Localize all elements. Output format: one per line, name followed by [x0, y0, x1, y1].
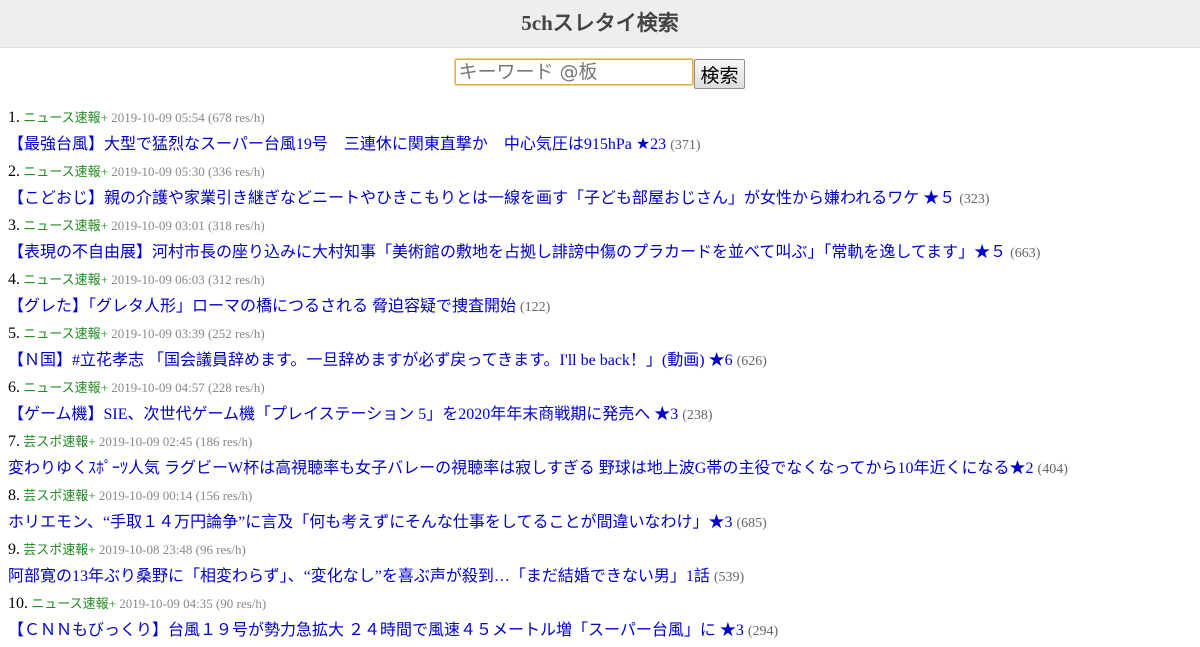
post-rate: (186 res/h): [195, 434, 253, 449]
result-number: 10.: [8, 595, 28, 612]
post-rate: (678 res/h): [207, 110, 265, 125]
thread-title-link[interactable]: 【表現の不自由展】河村市長の座り込みに大村知事「美術館の敷地を占拠し誹謗中傷のプ…: [8, 244, 1006, 261]
post-date: 2019-10-08 23:48: [98, 542, 193, 557]
response-count: (371): [670, 138, 701, 153]
result-meta: 7. 芸スポ速報+ 2019-10-09 02:45 (186 res/h): [8, 431, 1192, 458]
page-title: 5chスレタイ検索: [521, 11, 679, 35]
result-meta: 1. ニュース速報+ 2019-10-09 05:54 (678 res/h): [8, 107, 1192, 134]
board-link[interactable]: ニュース速報+: [23, 326, 108, 341]
board-link[interactable]: ニュース速報+: [23, 218, 108, 233]
response-count: (685): [736, 516, 767, 531]
result-item: 7. 芸スポ速報+ 2019-10-09 02:45 (186 res/h) 変わ…: [8, 431, 1192, 485]
result-title-row: 【ゲーム機】SIE、次世代ゲーム機「プレイステーション 5」を2020年年末商戦…: [8, 404, 1192, 431]
post-rate: (228 res/h): [207, 380, 265, 395]
site-header: 5chスレタイ検索: [0, 0, 1200, 48]
result-number: 6.: [8, 379, 20, 396]
thread-title-link[interactable]: ホリエモン、“手取１４万円論争”に言及「何も考えずにそんな仕事をしてることが間違…: [8, 514, 732, 531]
post-rate: (318 res/h): [207, 218, 265, 233]
result-meta: 8. 芸スポ速報+ 2019-10-09 00:14 (156 res/h): [8, 485, 1192, 512]
thread-title-link[interactable]: 【こどおじ】親の介護や家業引き継ぎなどニートやひきこもりとは一線を画す「子ども部…: [8, 190, 955, 207]
thread-title-link[interactable]: 変わりゆくｽﾎﾟｰﾂ人気 ラグビーW杯は高視聴率も女子バレーの視聴率は寂しすぎる…: [8, 460, 1034, 477]
result-item: 5. ニュース速報+ 2019-10-09 03:39 (252 res/h) 【…: [8, 323, 1192, 377]
post-date: 2019-10-09 04:35: [119, 596, 213, 611]
result-meta: 9. 芸スポ速報+ 2019-10-08 23:48 (96 res/h): [8, 539, 1192, 566]
result-number: 9.: [8, 541, 20, 558]
result-item: 10. ニュース速報+ 2019-10-09 04:35 (90 res/h) 【…: [8, 593, 1192, 647]
thread-title-link[interactable]: 【グレた】「グレタ人形」ローマの橋につるされる 脅迫容疑で捜査開始: [8, 298, 516, 315]
result-number: 7.: [8, 433, 20, 450]
post-date: 2019-10-09 05:54: [111, 110, 205, 125]
post-date: 2019-10-09 04:57: [111, 380, 205, 395]
thread-title-link[interactable]: 【ゲーム機】SIE、次世代ゲーム機「プレイステーション 5」を2020年年末商戦…: [8, 406, 678, 423]
result-item: 8. 芸スポ速報+ 2019-10-09 00:14 (156 res/h) ホリ…: [8, 485, 1192, 539]
post-date: 2019-10-09 00:14: [98, 488, 193, 503]
result-item: 2. ニュース速報+ 2019-10-09 05:30 (336 res/h) 【…: [8, 161, 1192, 215]
search-button[interactable]: 検索: [694, 59, 745, 89]
result-title-row: 変わりゆくｽﾎﾟｰﾂ人気 ラグビーW杯は高視聴率も女子バレーの視聴率は寂しすぎる…: [8, 458, 1192, 485]
response-count: (323): [959, 192, 990, 207]
board-link[interactable]: ニュース速報+: [23, 164, 108, 179]
result-meta: 5. ニュース速報+ 2019-10-09 03:39 (252 res/h): [8, 323, 1192, 350]
board-link[interactable]: 芸スポ速報+: [23, 542, 95, 557]
result-meta: 4. ニュース速報+ 2019-10-09 06:03 (312 res/h): [8, 269, 1192, 296]
results-list: 1. ニュース速報+ 2019-10-09 05:54 (678 res/h) 【…: [8, 107, 1192, 647]
post-date: 2019-10-09 05:30: [111, 164, 205, 179]
result-number: 1.: [8, 109, 20, 126]
search-input[interactable]: [455, 59, 694, 85]
post-date: 2019-10-09 03:39: [111, 326, 205, 341]
post-rate: (312 res/h): [207, 272, 265, 287]
post-rate: (336 res/h): [207, 164, 265, 179]
result-item: 3. ニュース速報+ 2019-10-09 03:01 (318 res/h) 【…: [8, 215, 1192, 269]
result-title-row: 【Ｎ国】#立花孝志 「国会議員辞めます。一旦辞めますが必ず戻ってきます。I'll…: [8, 350, 1192, 377]
result-item: 6. ニュース速報+ 2019-10-09 04:57 (228 res/h) 【…: [8, 377, 1192, 431]
post-date: 2019-10-09 03:01: [111, 218, 205, 233]
result-item: 9. 芸スポ速報+ 2019-10-08 23:48 (96 res/h) 阿部寛…: [8, 539, 1192, 593]
response-count: (238): [682, 408, 713, 423]
result-item: 4. ニュース速報+ 2019-10-09 06:03 (312 res/h) 【…: [8, 269, 1192, 323]
response-count: (539): [713, 570, 745, 585]
thread-title-link[interactable]: 【Ｎ国】#立花孝志 「国会議員辞めます。一旦辞めますが必ず戻ってきます。I'll…: [8, 352, 733, 369]
post-date: 2019-10-09 06:03: [111, 272, 205, 287]
result-title-row: 【最強台風】大型で猛烈なスーパー台風19号 三連休に関東直撃か 中心気圧は915…: [8, 134, 1192, 161]
result-number: 5.: [8, 325, 20, 342]
response-count: (404): [1037, 462, 1068, 477]
thread-title-link[interactable]: 【最強台風】大型で猛烈なスーパー台風19号 三連休に関東直撃か 中心気圧は915…: [8, 136, 666, 153]
response-count: (294): [747, 624, 779, 639]
result-title-row: ホリエモン、“手取１４万円論争”に言及「何も考えずにそんな仕事をしてることが間違…: [8, 512, 1192, 539]
post-date: 2019-10-09 02:45: [98, 434, 193, 449]
board-link[interactable]: ニュース速報+: [23, 110, 108, 125]
board-link[interactable]: 芸スポ速報+: [23, 488, 95, 503]
board-link[interactable]: ニュース速報+: [31, 596, 116, 611]
result-number: 4.: [8, 271, 20, 288]
result-title-row: 【表現の不自由展】河村市長の座り込みに大村知事「美術館の敷地を占拠し誹謗中傷のプ…: [8, 242, 1192, 269]
result-number: 3.: [8, 217, 20, 234]
post-rate: (252 res/h): [207, 326, 265, 341]
result-number: 8.: [8, 487, 20, 504]
post-rate: (96 res/h): [195, 542, 246, 557]
response-count: (122): [520, 300, 551, 315]
result-meta: 10. ニュース速報+ 2019-10-09 04:35 (90 res/h): [8, 593, 1192, 620]
result-item: 1. ニュース速報+ 2019-10-09 05:54 (678 res/h) 【…: [8, 107, 1192, 161]
board-link[interactable]: 芸スポ速報+: [23, 434, 95, 449]
result-meta: 6. ニュース速報+ 2019-10-09 04:57 (228 res/h): [8, 377, 1192, 404]
response-count: (663): [1010, 246, 1041, 261]
post-rate: (156 res/h): [195, 488, 253, 503]
result-number: 2.: [8, 163, 20, 180]
board-link[interactable]: ニュース速報+: [23, 272, 108, 287]
response-count: (626): [736, 354, 767, 369]
search-form: 検索: [0, 59, 1200, 89]
result-meta: 2. ニュース速報+ 2019-10-09 05:30 (336 res/h): [8, 161, 1192, 188]
thread-title-link[interactable]: 【ＣＮＮもびっくり】台風１９号が勢力急拡大 ２４時間で風速４５メートル増「スーパ…: [8, 622, 744, 639]
result-title-row: 【こどおじ】親の介護や家業引き継ぎなどニートやひきこもりとは一線を画す「子ども部…: [8, 188, 1192, 215]
board-link[interactable]: ニュース速報+: [23, 380, 108, 395]
post-rate: (90 res/h): [215, 596, 267, 611]
result-meta: 3. ニュース速報+ 2019-10-09 03:01 (318 res/h): [8, 215, 1192, 242]
result-title-row: 【グレた】「グレタ人形」ローマの橋につるされる 脅迫容疑で捜査開始 (122): [8, 296, 1192, 323]
result-title-row: 阿部寛の13年ぶり桑野に「相変わらず」、“変化なし”を喜ぶ声が殺到…「まだ結婚で…: [8, 566, 1192, 593]
thread-title-link[interactable]: 阿部寛の13年ぶり桑野に「相変わらず」、“変化なし”を喜ぶ声が殺到…「まだ結婚で…: [8, 568, 710, 585]
result-title-row: 【ＣＮＮもびっくり】台風１９号が勢力急拡大 ２４時間で風速４５メートル増「スーパ…: [8, 620, 1192, 647]
